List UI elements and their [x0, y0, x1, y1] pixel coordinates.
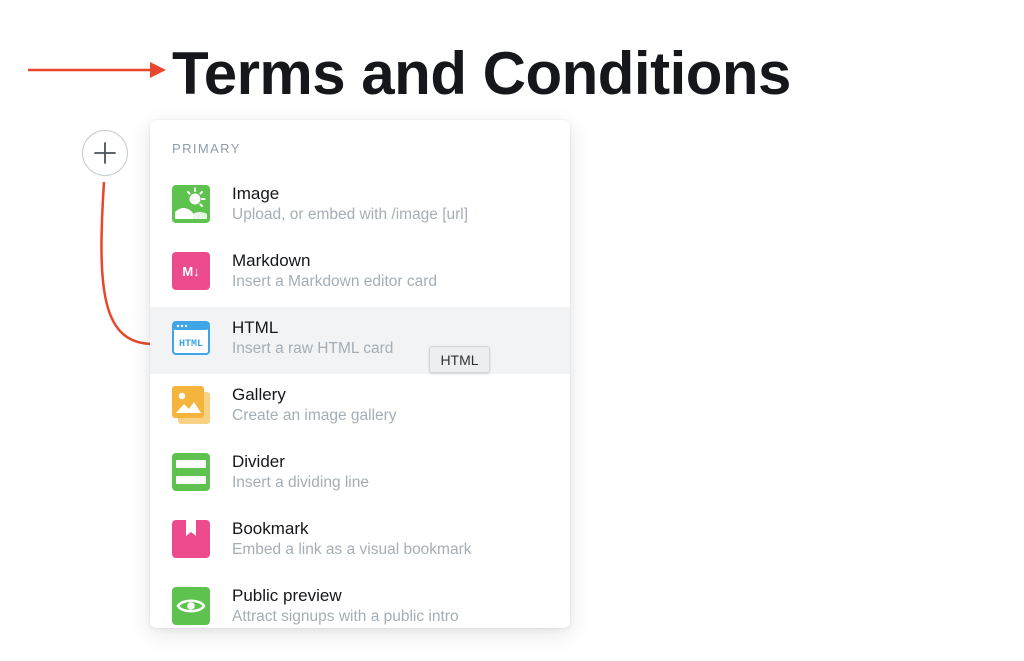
plus-icon [94, 142, 116, 164]
gallery-icon [172, 386, 210, 424]
svg-text:M↓: M↓ [182, 264, 199, 279]
menu-item-bookmark[interactable]: Bookmark Embed a link as a visual bookma… [150, 508, 570, 575]
menu-item-public-preview[interactable]: Public preview Attract signups with a pu… [150, 575, 570, 628]
title-arrowhead [150, 62, 166, 78]
page-title: Terms and Conditions [172, 40, 791, 107]
menu-item-name: Markdown [232, 251, 311, 270]
menu-item-description: Attract signups with a public intro [232, 608, 459, 625]
tooltip: HTML [429, 346, 490, 373]
menu-item-gallery[interactable]: Gallery Create an image gallery [150, 374, 570, 441]
menu-item-description: Insert a raw HTML card [232, 340, 394, 357]
menu-item-divider[interactable]: Divider Insert a dividing line [150, 441, 570, 508]
html-arrow [100, 181, 153, 346]
menu-item-description: Insert a dividing line [232, 474, 369, 491]
menu-item-name: Gallery [232, 385, 286, 404]
menu-item-name: HTML [232, 318, 279, 337]
markdown-icon: M↓ [172, 252, 210, 290]
menu-item-description: Upload, or embed with /image [url] [232, 206, 469, 223]
menu-item-name: Image [232, 184, 280, 203]
menu-item-markdown[interactable]: M↓ Markdown Insert a Markdown editor car… [150, 240, 570, 307]
menu-item-description: Embed a link as a visual bookmark [232, 541, 472, 558]
svg-text:HTML: HTML [179, 339, 203, 350]
menu-item-name: Divider [232, 452, 285, 471]
menu-item-html[interactable]: HTML HTML Insert a raw HTML card [150, 307, 570, 374]
menu-item-description: Create an image gallery [232, 407, 397, 424]
menu-item-name: Public preview [232, 586, 342, 605]
divider-icon [172, 453, 210, 491]
menu-item-image[interactable]: Image Upload, or embed with /image [url] [150, 173, 570, 240]
image-icon [172, 185, 210, 223]
add-card-button[interactable] [82, 130, 128, 176]
eye-icon [172, 587, 210, 625]
html-icon: HTML [172, 319, 210, 357]
menu-item-description: Insert a Markdown editor card [232, 273, 438, 290]
menu-item-name: Bookmark [232, 519, 309, 538]
card-menu: PRIMARY Image Upload, or embed with /ima… [150, 120, 570, 628]
section-label-primary: PRIMARY [172, 141, 241, 156]
bookmark-icon [172, 520, 210, 558]
